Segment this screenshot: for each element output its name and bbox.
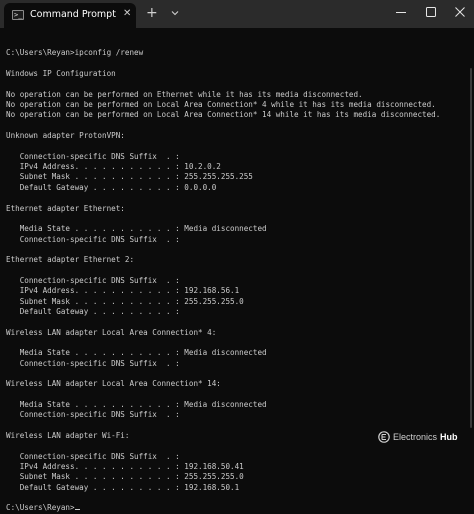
terminal-line: IPv4 Address. . . . . . . . . . . : 10.2… <box>6 162 221 172</box>
chevron-down-icon[interactable] <box>170 8 180 18</box>
terminal-line: Subnet Mask . . . . . . . . . . . : 255.… <box>6 472 244 482</box>
terminal-line: Ethernet adapter Ethernet 2: <box>6 255 135 265</box>
tab-title: Command Prompt <box>30 9 116 20</box>
text-cursor <box>74 509 80 511</box>
tab-command-prompt[interactable]: >_ Command Prompt ✕ <box>4 3 136 28</box>
watermark-brand-b: Hub <box>440 432 458 442</box>
terminal-line: Default Gateway . . . . . . . . . : 0.0.… <box>6 182 217 192</box>
terminal-line: Media State . . . . . . . . . . . : Medi… <box>6 224 267 234</box>
terminal-line: Connection-specific DNS Suffix . : <box>6 151 180 161</box>
terminal-line: IPv4 Address. . . . . . . . . . . : 192.… <box>6 462 244 472</box>
terminal-line: Media State . . . . . . . . . . . : Medi… <box>6 400 267 410</box>
maximize-icon[interactable] <box>417 0 445 24</box>
terminal-output[interactable]: C:\Users\Reyan>ipconfig /renew Windows IP… <box>0 28 474 512</box>
tab-close-icon[interactable]: ✕ <box>123 8 131 20</box>
terminal-line: No operation can be performed on Local A… <box>6 100 436 110</box>
terminal-line: Default Gateway . . . . . . . . . : <box>6 306 180 316</box>
terminal-line: Default Gateway . . . . . . . . . : 192.… <box>6 482 240 492</box>
close-icon[interactable] <box>446 0 474 24</box>
terminal-lines: C:\Users\Reyan>ipconfig /renew Windows IP… <box>6 38 440 514</box>
watermark: Electronics Hub <box>378 430 458 444</box>
watermark-brand-a: Electronics <box>393 432 438 442</box>
terminal-line: No operation can be performed on Local A… <box>6 110 441 120</box>
terminal-line: Subnet Mask . . . . . . . . . . . : 255.… <box>6 172 253 182</box>
title-bar: >_ Command Prompt ✕ + <box>0 0 474 28</box>
terminal-line: Connection-specific DNS Suffix . : <box>6 275 180 285</box>
terminal-line: Ethernet adapter Ethernet: <box>6 203 125 213</box>
terminal-line: Connection-specific DNS Suffix . : <box>6 410 180 420</box>
terminal-line: Subnet Mask . . . . . . . . . . . : 255.… <box>6 296 244 306</box>
terminal-line: C:\Users\Reyan> <box>6 503 440 513</box>
terminal-line: Wireless LAN adapter Local Area Connecti… <box>6 327 217 337</box>
scrollbar[interactable] <box>470 68 472 428</box>
terminal-line: Wireless LAN adapter Local Area Connecti… <box>6 379 221 389</box>
minimize-icon[interactable] <box>387 0 415 24</box>
terminal-line: IPv4 Address. . . . . . . . . . . : 192.… <box>6 286 240 296</box>
terminal-line: C:\Users\Reyan>ipconfig /renew <box>6 48 144 58</box>
electronics-hub-logo-icon <box>378 431 390 443</box>
terminal-line: Connection-specific DNS Suffix . : <box>6 234 180 244</box>
terminal-line: Connection-specific DNS Suffix . : <box>6 451 180 461</box>
terminal-line: Connection-specific DNS Suffix . : <box>6 358 180 368</box>
terminal-line: No operation can be performed on Etherne… <box>6 89 363 99</box>
terminal-line: Windows IP Configuration <box>6 69 116 79</box>
terminal-line: Unknown adapter ProtonVPN: <box>6 131 125 141</box>
terminal-line: Wireless LAN adapter Wi-Fi: <box>6 431 130 441</box>
cmd-icon: >_ <box>12 10 24 20</box>
terminal-line: Media State . . . . . . . . . . . : Medi… <box>6 348 267 358</box>
new-tab-button[interactable]: + <box>146 6 158 20</box>
